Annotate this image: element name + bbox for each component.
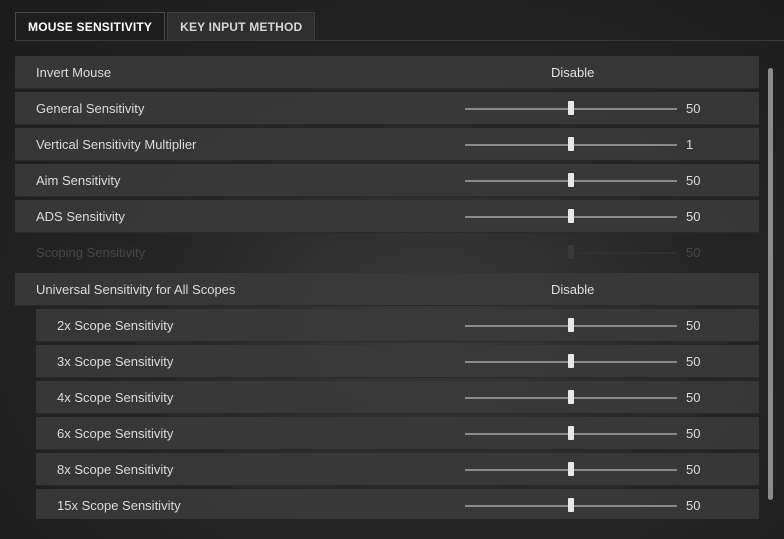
setting-label: Universal Sensitivity for All Scopes — [36, 281, 236, 297]
slider-value: 50 — [686, 461, 701, 477]
slider-value: 50 — [686, 353, 701, 369]
slider-thumb[interactable] — [568, 426, 574, 440]
slider-value: 50 — [686, 389, 701, 405]
setting-row-invert-mouse[interactable]: Invert Mouse Disable — [15, 56, 759, 89]
setting-label: General Sensitivity — [36, 100, 145, 116]
setting-row-8x-scope-sensitivity[interactable]: 8x Scope Sensitivity 50 — [36, 453, 759, 486]
setting-label: ADS Sensitivity — [36, 208, 125, 224]
scrollbar[interactable] — [768, 68, 773, 500]
tab-divider — [15, 40, 784, 41]
setting-label: 3x Scope Sensitivity — [57, 353, 174, 369]
slider-value: 50 — [686, 245, 701, 260]
toggle-value[interactable]: Disable — [551, 282, 594, 297]
setting-label: Scoping Sensitivity — [36, 245, 146, 260]
slider-thumb[interactable] — [568, 101, 574, 115]
tab-key-input-method[interactable]: KEY INPUT METHOD — [167, 12, 316, 41]
slider-value: 50 — [686, 425, 701, 441]
setting-label: Invert Mouse — [36, 64, 112, 80]
setting-label: 2x Scope Sensitivity — [57, 317, 174, 333]
setting-row-3x-scope-sensitivity[interactable]: 3x Scope Sensitivity 50 — [36, 345, 759, 378]
setting-label: 4x Scope Sensitivity — [57, 389, 174, 405]
slider-value: 50 — [686, 497, 701, 513]
slider-thumb[interactable] — [568, 498, 574, 512]
slider-thumb[interactable] — [568, 390, 574, 404]
setting-row-4x-scope-sensitivity[interactable]: 4x Scope Sensitivity 50 — [36, 381, 759, 414]
slider-thumb[interactable] — [568, 173, 574, 187]
setting-row-6x-scope-sensitivity[interactable]: 6x Scope Sensitivity 50 — [36, 417, 759, 450]
slider-value: 1 — [686, 136, 694, 152]
slider-thumb — [568, 245, 574, 259]
slider-value: 50 — [686, 208, 701, 224]
setting-row-2x-scope-sensitivity[interactable]: 2x Scope Sensitivity 50 — [36, 309, 759, 342]
setting-row-scoping-sensitivity: Scoping Sensitivity 50 — [15, 236, 759, 269]
setting-label: 8x Scope Sensitivity — [57, 461, 174, 477]
tab-bar: MOUSE SENSITIVITY KEY INPUT METHOD — [15, 12, 317, 41]
slider-value: 50 — [686, 172, 701, 188]
setting-row-aim-sensitivity[interactable]: Aim Sensitivity 50 — [15, 164, 759, 197]
setting-row-universal-sensitivity-for-all-scopes[interactable]: Universal Sensitivity for All Scopes Disa… — [15, 273, 759, 306]
tab-mouse-sensitivity[interactable]: MOUSE SENSITIVITY — [15, 12, 166, 41]
slider-value: 50 — [686, 100, 701, 116]
setting-label: Aim Sensitivity — [36, 172, 121, 188]
setting-label: 6x Scope Sensitivity — [57, 425, 174, 441]
setting-row-vertical-sensitivity-multiplier[interactable]: Vertical Sensitivity Multiplier 1 — [15, 128, 759, 161]
setting-row-general-sensitivity[interactable]: General Sensitivity 50 — [15, 92, 759, 125]
slider-thumb[interactable] — [568, 137, 574, 151]
setting-row-ads-sensitivity[interactable]: ADS Sensitivity 50 — [15, 200, 759, 233]
setting-row-15x-scope-sensitivity[interactable]: 15x Scope Sensitivity 50 — [36, 489, 759, 519]
setting-label: Vertical Sensitivity Multiplier — [36, 136, 197, 152]
toggle-value[interactable]: Disable — [551, 65, 594, 80]
slider-thumb[interactable] — [568, 209, 574, 223]
slider-thumb[interactable] — [568, 462, 574, 476]
slider-thumb[interactable] — [568, 318, 574, 332]
slider-value: 50 — [686, 317, 701, 333]
slider-thumb[interactable] — [568, 354, 574, 368]
setting-label: 15x Scope Sensitivity — [57, 497, 181, 513]
settings-list: Invert Mouse Disable General Sensitivity 50… — [15, 56, 759, 519]
